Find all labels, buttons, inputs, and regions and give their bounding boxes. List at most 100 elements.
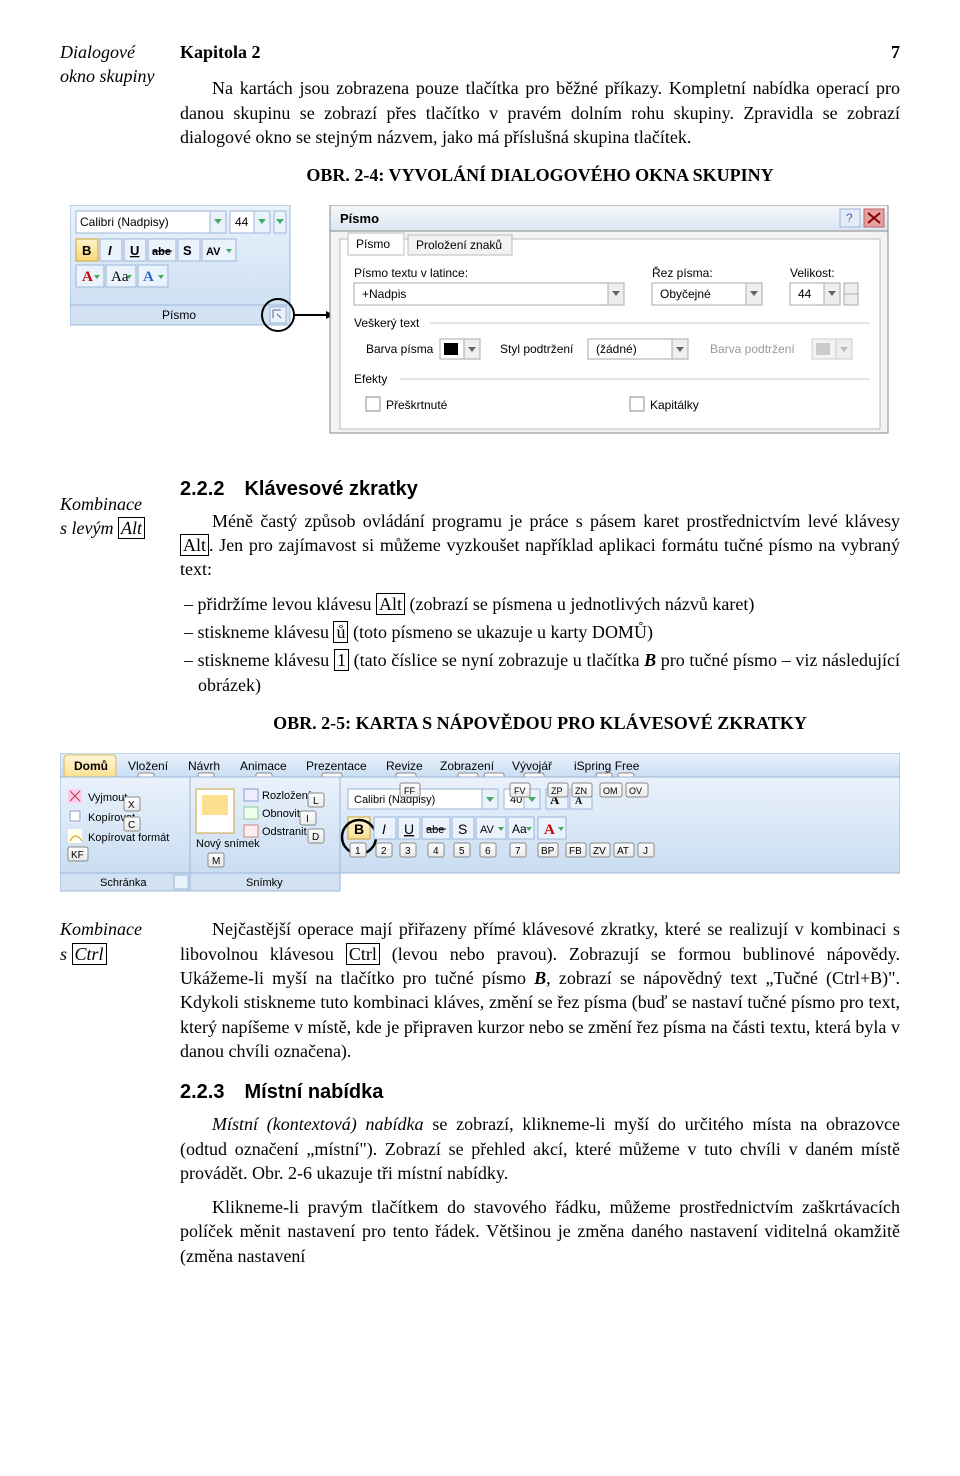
svg-text:44: 44 (798, 287, 812, 301)
margin-note-alt: Kombinace s levým Alt (60, 460, 170, 743)
paragraph-2-2-3a: Místní (kontextová) nabídka se zobrazí, … (180, 1112, 900, 1185)
svg-text:U: U (130, 243, 139, 258)
heading-2-2-2: 2.2.2Klávesové zkratky (180, 476, 900, 503)
svg-text:iSpring Free: iSpring Free (574, 759, 640, 773)
svg-text:M: M (212, 856, 220, 867)
svg-text:Barva podtržení: Barva podtržení (710, 342, 795, 356)
svg-text:Návrh: Návrh (188, 759, 220, 773)
svg-text:C: C (128, 820, 135, 831)
svg-text:KF: KF (71, 850, 84, 861)
svg-text:Styl podtržení: Styl podtržení (500, 342, 574, 356)
svg-text:+Nadpis: +Nadpis (362, 287, 406, 301)
svg-text:I: I (306, 814, 309, 825)
svg-text:ZN: ZN (575, 786, 587, 796)
svg-text:D: D (312, 832, 319, 843)
svg-text:Odstranit: Odstranit (262, 826, 307, 838)
svg-text:?: ? (846, 211, 853, 225)
svg-text:1: 1 (355, 846, 361, 857)
paragraph-2-2-3b: Klikneme-li pravým tlačítkem do stavovéh… (180, 1195, 900, 1268)
svg-text:44: 44 (235, 215, 249, 229)
svg-text:Obyčejné: Obyčejné (660, 287, 711, 301)
svg-text:Vložení: Vložení (128, 759, 169, 773)
svg-text:Vývojář: Vývojář (512, 759, 553, 773)
svg-text:S: S (183, 243, 192, 258)
svg-text:AV: AV (480, 824, 495, 836)
svg-text:5: 5 (459, 846, 465, 857)
svg-text:X: X (128, 800, 135, 811)
steps-list: přidržíme levou klávesu Alt (zobrazí se … (180, 592, 900, 697)
svg-text:Kapitálky: Kapitálky (650, 398, 699, 412)
svg-text:I: I (382, 821, 386, 837)
svg-text:AV: AV (206, 246, 221, 258)
svg-text:Veškerý text: Veškerý text (354, 316, 420, 330)
svg-text:FF: FF (404, 786, 415, 796)
list-item: přidržíme levou klávesu Alt (zobrazí se … (180, 592, 900, 616)
svg-text:Přeškrtnuté: Přeškrtnuté (386, 398, 448, 412)
svg-text:A: A (575, 796, 583, 807)
paragraph-2-2-2: Méně častý způsob ovládání programu je p… (180, 509, 900, 582)
svg-text:Kopírovat formát: Kopírovat formát (88, 832, 169, 844)
svg-text:A: A (143, 269, 154, 285)
svg-text:A: A (544, 822, 555, 838)
svg-text:OM: OM (603, 786, 618, 796)
svg-text:Řez písma:: Řez písma: (652, 265, 713, 280)
svg-text:AT: AT (617, 846, 629, 857)
svg-text:Schránka: Schránka (100, 877, 147, 889)
svg-text:3: 3 (405, 846, 411, 857)
svg-text:OV: OV (629, 786, 642, 796)
svg-text:Calibri (Nadpisy): Calibri (Nadpisy) (80, 215, 169, 229)
svg-text:4: 4 (433, 846, 439, 857)
svg-text:U: U (404, 821, 414, 837)
svg-text:Písmo: Písmo (162, 308, 196, 322)
svg-text:J: J (643, 846, 648, 857)
svg-text:L: L (313, 796, 319, 807)
heading-2-2-3: 2.2.3Místní nabídka (180, 1079, 900, 1106)
paragraph-ctrl: Nejčastější operace mají přiřazeny přímé… (180, 917, 900, 1063)
figure-2-4: Calibri (Nadpisy) 44 B I U abe S AV A Aa… (60, 205, 900, 441)
svg-text:Aa: Aa (512, 822, 527, 836)
page-number: 7 (891, 40, 900, 64)
svg-text:Barva písma: Barva písma (366, 342, 434, 356)
svg-text:Snímky: Snímky (246, 877, 283, 889)
svg-text:Proložení znaků: Proložení znaků (416, 238, 502, 252)
svg-text:Písmo: Písmo (340, 211, 379, 226)
svg-text:FV: FV (514, 786, 526, 796)
svg-text:B: B (82, 243, 91, 258)
svg-text:Domů: Domů (74, 759, 108, 773)
svg-text:Prezentace: Prezentace (306, 759, 367, 773)
svg-text:I: I (108, 243, 112, 258)
svg-text:Nový snímek: Nový snímek (196, 838, 260, 850)
svg-text:6: 6 (485, 846, 491, 857)
svg-text:Animace: Animace (240, 759, 287, 773)
svg-text:Zobrazení: Zobrazení (440, 759, 495, 773)
list-item: stiskneme klávesu 1 (tato číslice se nyn… (180, 648, 900, 697)
svg-text:Aa: Aa (111, 269, 129, 285)
svg-text:Velikost:: Velikost: (790, 266, 835, 280)
svg-text:BP: BP (541, 846, 555, 857)
svg-text:Efekty: Efekty (354, 372, 387, 386)
svg-text:B: B (354, 821, 364, 837)
svg-text:Vyjmout: Vyjmout (88, 792, 127, 804)
svg-text:2: 2 (381, 846, 387, 857)
svg-text:abe: abe (426, 824, 444, 836)
svg-text:Rozložení: Rozložení (262, 790, 311, 802)
list-item: stiskneme klávesu ů (toto písmeno se uka… (180, 620, 900, 644)
svg-text:7: 7 (515, 846, 521, 857)
svg-text:(žádné): (žádné) (596, 342, 637, 356)
page-header: Kapitola 2 7 (180, 40, 900, 64)
margin-note-ctrl: Kombinace s Ctrl (60, 917, 170, 1278)
figure-2-5: Domů Vložení Návrh Animace Prezentace Re… (60, 753, 900, 899)
margin-text: Dialogové okno skupiny (60, 40, 170, 89)
svg-text:S: S (458, 821, 467, 837)
chapter-label: Kapitola 2 (180, 40, 261, 64)
svg-text:FB: FB (569, 846, 582, 857)
margin-note-dialog-window: Dialogové okno skupiny (60, 40, 170, 195)
svg-text:Revize: Revize (386, 759, 423, 773)
svg-text:Calibri (Nadpisy): Calibri (Nadpisy) (354, 794, 435, 806)
svg-text:ZV: ZV (593, 846, 606, 857)
figure-2-5-title: OBR. 2-5: KARTA S NÁPOVĚDOU PRO KLÁVESOV… (180, 711, 900, 735)
svg-text:Písmo: Písmo (356, 237, 390, 251)
paragraph-intro: Na kartách jsou zobrazena pouze tlačítka… (180, 76, 900, 149)
svg-text:Písmo textu v latince:: Písmo textu v latince: (354, 266, 468, 280)
figure-2-4-title: OBR. 2-4: VYVOLÁNÍ DIALOGOVÉHO OKNA SKUP… (180, 163, 900, 187)
